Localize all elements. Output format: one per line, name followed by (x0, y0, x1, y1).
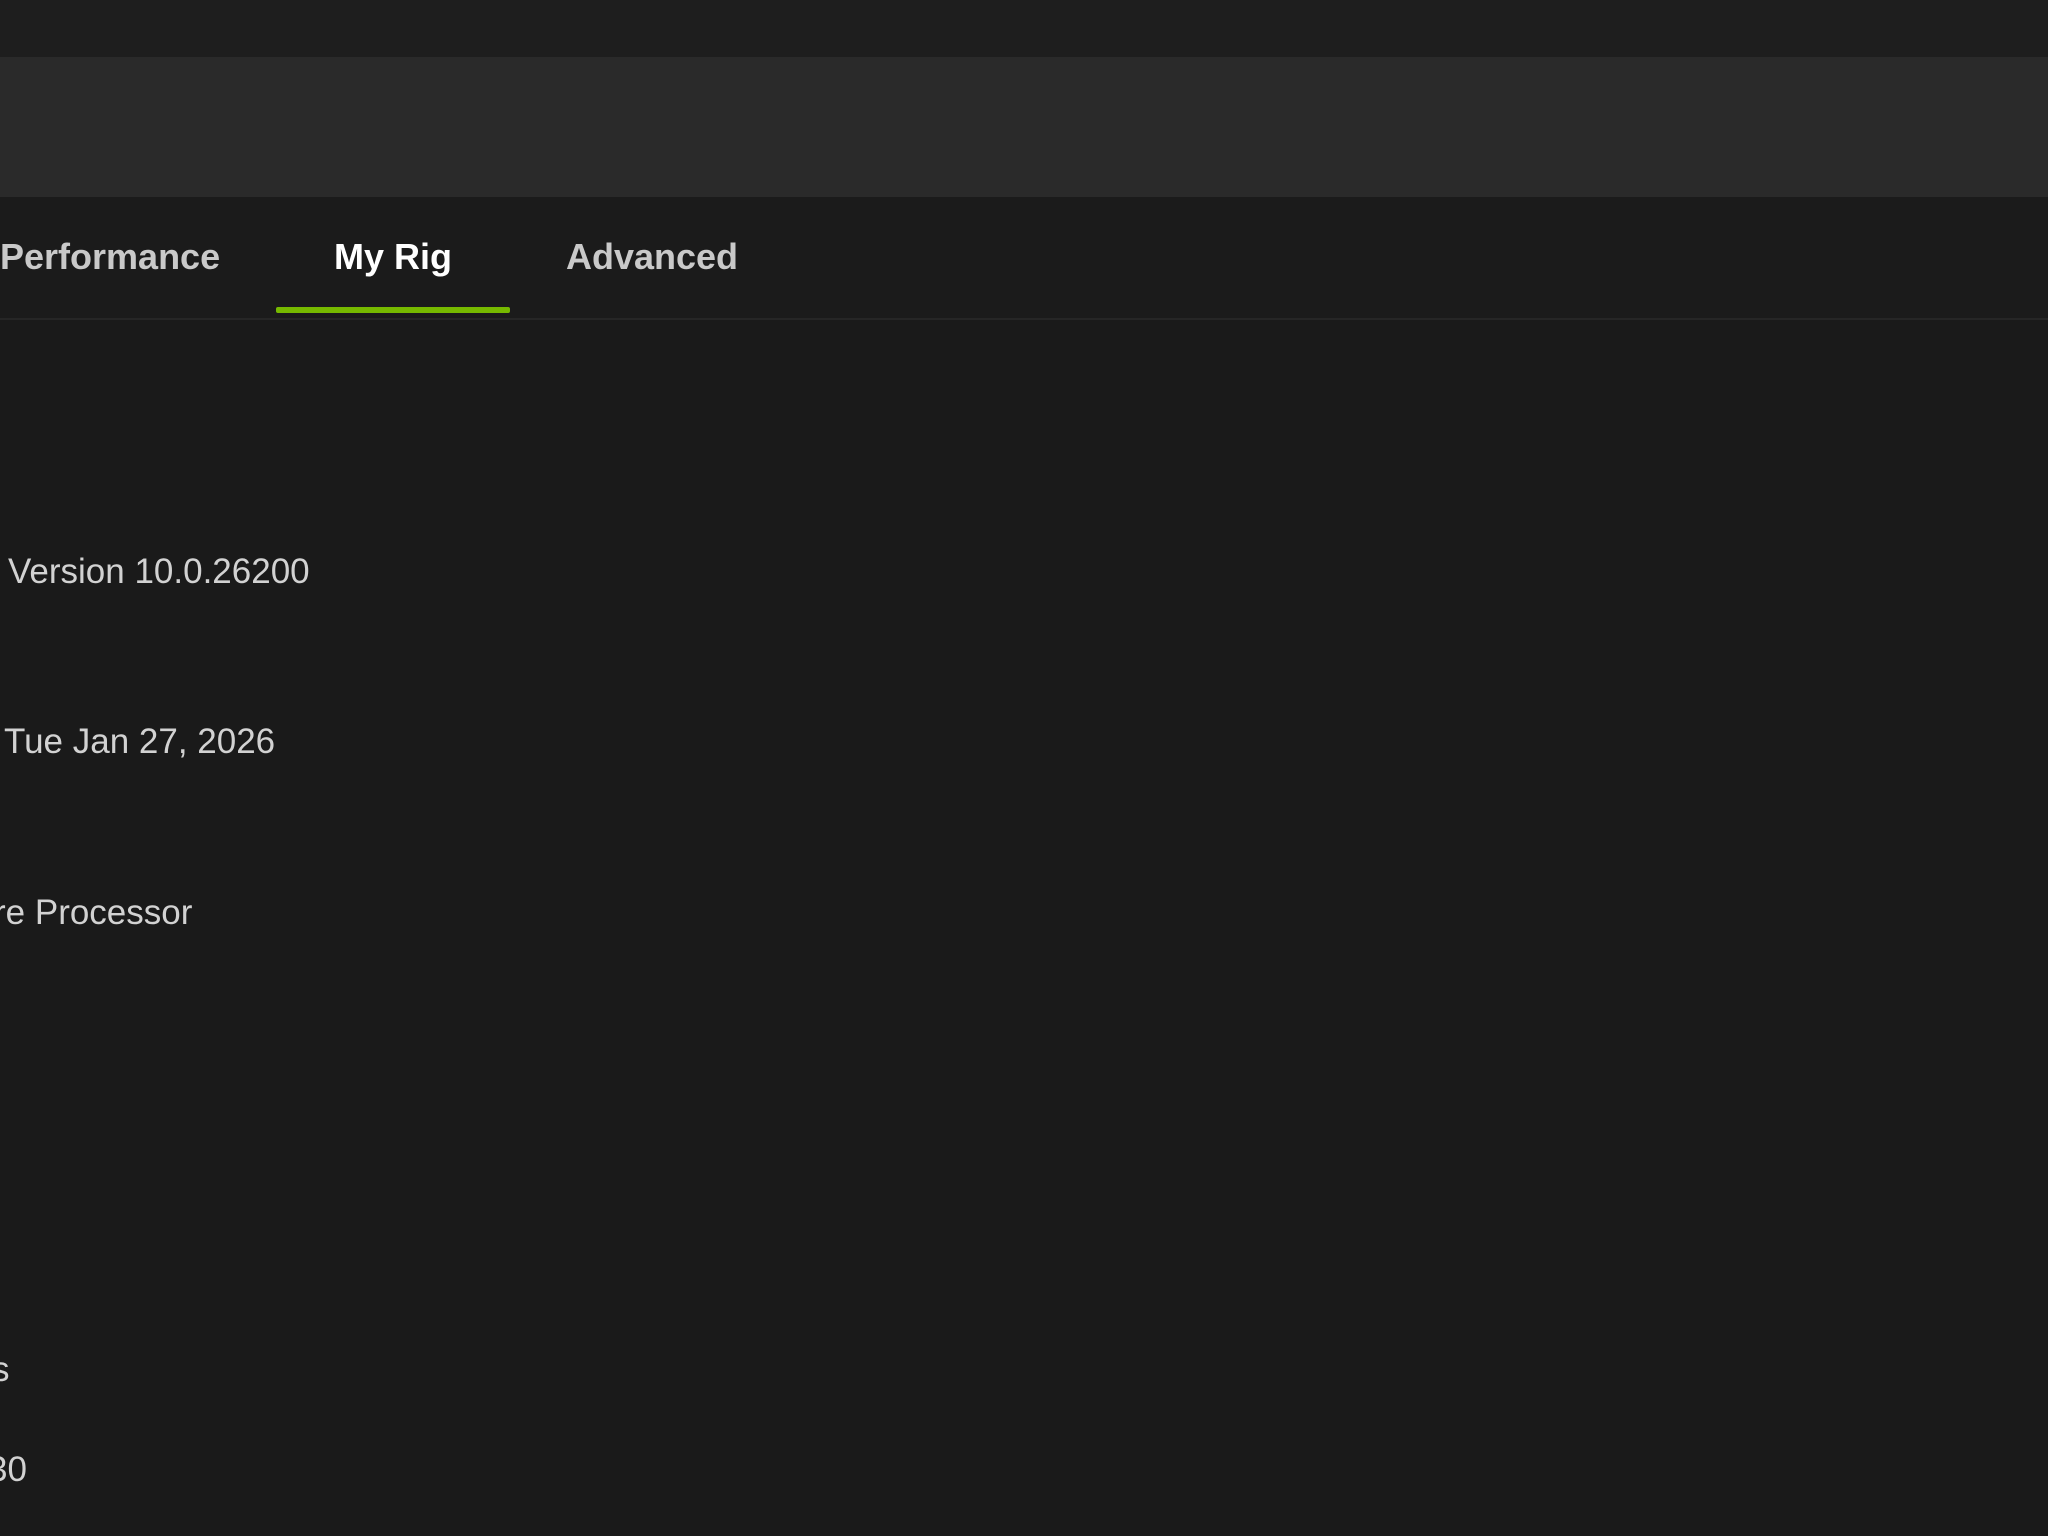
tab-advanced[interactable]: Advanced (560, 197, 744, 316)
spec-value-fragment: s (0, 1350, 10, 1389)
top-title-bar (0, 0, 2048, 57)
os-version-value: Version 10.0.26200 (8, 552, 310, 591)
date-value: Tue Jan 27, 2026 (4, 722, 276, 761)
header-banner (0, 57, 2048, 197)
cpu-value: re Processor (0, 893, 193, 932)
tab-performance[interactable]: Performance (0, 197, 220, 316)
tab-my-rig[interactable]: My Rig (276, 197, 510, 316)
tab-bar: Performance My Rig Advanced (0, 197, 2048, 320)
active-tab-indicator (276, 307, 510, 313)
spec-value-fragment: 30 (0, 1450, 27, 1489)
